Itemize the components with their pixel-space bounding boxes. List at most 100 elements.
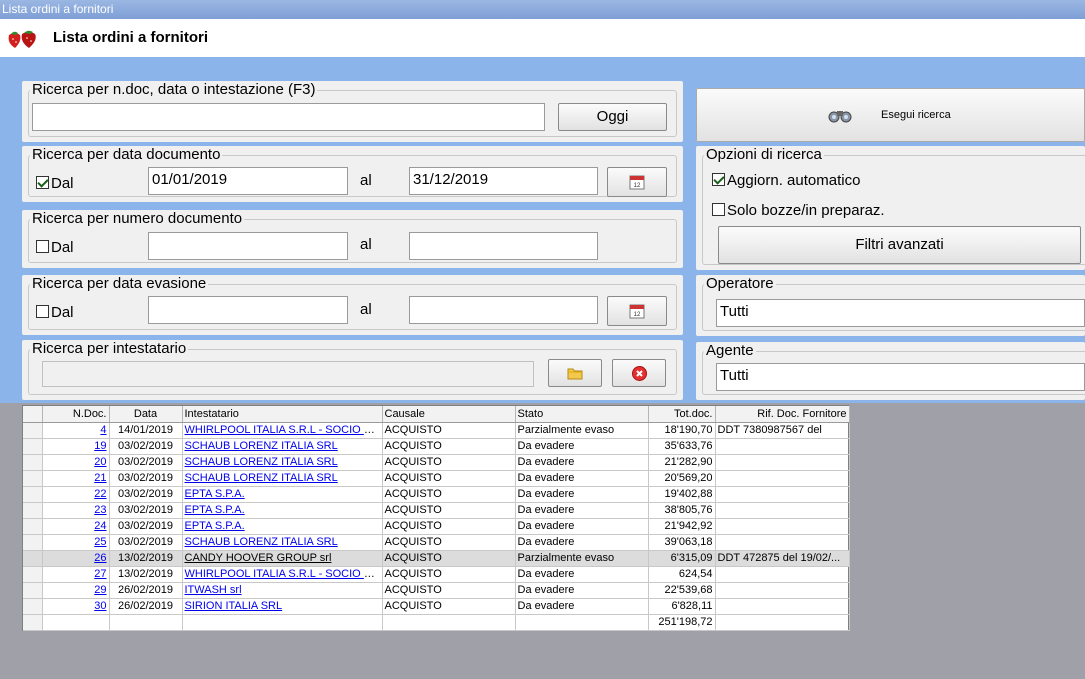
cell-ndoc[interactable]: 4 (42, 422, 110, 439)
column-header-intestatario[interactable]: Intestatario (182, 406, 383, 423)
intestatario-link[interactable]: SCHAUB LORENZ ITALIA SRL (185, 472, 338, 484)
drafts-only-checkbox[interactable]: Solo bozze/in preparaz. (712, 202, 885, 220)
doc-date-to-input[interactable]: 31/12/2019 (409, 167, 598, 195)
intestatario-link[interactable]: EPTA S.P.A. (185, 488, 245, 500)
ndoc-link[interactable]: 20 (94, 456, 106, 468)
cell-ndoc[interactable]: 30 (42, 598, 110, 615)
cell-intestatario[interactable]: SCHAUB LORENZ ITALIA SRL (182, 438, 383, 455)
holder-clear-button[interactable] (612, 359, 666, 387)
evasion-date-calendar-button[interactable]: 12 (607, 296, 667, 326)
cell-ndoc[interactable]: 25 (42, 534, 110, 551)
table-row[interactable]: 25 03/02/2019 SCHAUB LORENZ ITALIA SRL ACQU… (23, 534, 850, 551)
table-row[interactable]: 22 03/02/2019 EPTA S.P.A. ACQUISTO Da evader… (23, 486, 850, 503)
evasion-date-from-input[interactable] (148, 296, 348, 324)
row-indicator[interactable] (23, 566, 43, 583)
row-indicator[interactable] (23, 486, 43, 503)
table-row[interactable]: 20 03/02/2019 SCHAUB LORENZ ITALIA SRL ACQU… (23, 454, 850, 471)
ndoc-link[interactable]: 21 (94, 472, 106, 484)
ndoc-link[interactable]: 24 (94, 520, 106, 532)
row-indicator[interactable] (23, 470, 43, 487)
evasion-date-checkbox[interactable]: Dal (36, 304, 74, 322)
ndoc-link[interactable]: 4 (100, 424, 106, 436)
row-indicator[interactable] (23, 598, 43, 615)
cell-intestatario[interactable]: SCHAUB LORENZ ITALIA SRL (182, 470, 383, 487)
cell-ndoc[interactable]: 23 (42, 502, 110, 519)
cell-ndoc[interactable]: 27 (42, 566, 110, 583)
doc-date-from-input[interactable]: 01/01/2019 (148, 167, 348, 195)
table-row[interactable]: 4 14/01/2019 WHIRLPOOL ITALIA S.R.L - SOCI… (23, 422, 850, 439)
cell-intestatario[interactable]: SCHAUB LORENZ ITALIA SRL (182, 534, 383, 551)
doc-number-to-input[interactable] (409, 232, 598, 260)
ndoc-link[interactable]: 29 (94, 584, 106, 596)
intestatario-link[interactable]: SCHAUB LORENZ ITALIA SRL (185, 440, 338, 452)
row-indicator[interactable] (23, 422, 43, 439)
cell-intestatario[interactable]: CANDY HOOVER GROUP srl (182, 550, 383, 567)
cell-ndoc[interactable]: 29 (42, 582, 110, 599)
cell-intestatario[interactable]: EPTA S.P.A. (182, 502, 383, 519)
table-row[interactable]: 27 13/02/2019 WHIRLPOOL ITALIA S.R.L - SOC… (23, 566, 850, 583)
column-header-data[interactable]: Data (109, 406, 183, 423)
doc-number-checkbox[interactable]: Dal (36, 239, 74, 257)
doc-number-from-input[interactable] (148, 232, 348, 260)
row-indicator[interactable] (23, 502, 43, 519)
intestatario-link[interactable]: ITWASH srl (185, 584, 242, 596)
column-header-rif[interactable]: Rif. Doc. Fornitore (715, 406, 850, 423)
ndoc-link[interactable]: 27 (94, 568, 106, 580)
run-search-button[interactable]: Esegui ricerca (696, 88, 1085, 142)
intestatario-link[interactable]: SCHAUB LORENZ ITALIA SRL (185, 456, 338, 468)
intestatario-link[interactable]: EPTA S.P.A. (185, 520, 245, 532)
column-header-causale[interactable]: Causale (382, 406, 516, 423)
evasion-date-to-input[interactable] (409, 296, 598, 324)
cell-intestatario[interactable]: SCHAUB LORENZ ITALIA SRL (182, 454, 383, 471)
cell-intestatario[interactable]: WHIRLPOOL ITALIA S.R.L - SOCIO U... (182, 566, 383, 583)
ndoc-link[interactable]: 26 (94, 552, 106, 564)
table-row[interactable]: 29 26/02/2019 ITWASH srl ACQUISTO Da evadere… (23, 582, 850, 599)
ndoc-link[interactable]: 25 (94, 536, 106, 548)
row-indicator[interactable] (23, 534, 43, 551)
row-indicator[interactable] (23, 438, 43, 455)
today-button[interactable]: Oggi (558, 103, 667, 131)
table-row[interactable]: 23 03/02/2019 EPTA S.P.A. ACQUISTO Da evader… (23, 502, 850, 519)
intestatario-link[interactable]: SCHAUB LORENZ ITALIA SRL (185, 536, 338, 548)
holder-browse-button[interactable] (548, 359, 602, 387)
doc-date-checkbox[interactable]: Dal (36, 175, 74, 193)
cell-ndoc[interactable]: 21 (42, 470, 110, 487)
cell-ndoc[interactable]: 24 (42, 518, 110, 535)
intestatario-link[interactable]: CANDY HOOVER GROUP srl (185, 552, 332, 564)
intestatario-link[interactable]: WHIRLPOOL ITALIA S.R.L - SOCIO U... (185, 568, 381, 580)
row-indicator[interactable] (23, 454, 43, 471)
ndoc-link[interactable]: 30 (94, 600, 106, 612)
auto-update-checkbox[interactable]: Aggiorn. automatico (712, 172, 860, 190)
search-general-input[interactable] (32, 103, 545, 131)
agent-select[interactable]: Tutti (716, 363, 1085, 391)
cell-intestatario[interactable]: SIRION ITALIA SRL (182, 598, 383, 615)
operator-select[interactable]: Tutti (716, 299, 1085, 327)
cell-intestatario[interactable]: ITWASH srl (182, 582, 383, 599)
cell-ndoc[interactable]: 19 (42, 438, 110, 455)
ndoc-link[interactable]: 19 (94, 440, 106, 452)
ndoc-link[interactable]: 22 (94, 488, 106, 500)
cell-ndoc[interactable]: 20 (42, 454, 110, 471)
table-row[interactable]: 26 13/02/2019 CANDY HOOVER GROUP srl ACQUIS… (23, 550, 850, 567)
advanced-filters-button[interactable]: Filtri avanzati (718, 226, 1081, 264)
doc-date-calendar-button[interactable]: 12 (607, 167, 667, 197)
intestatario-link[interactable]: SIRION ITALIA SRL (185, 600, 283, 612)
table-row[interactable]: 21 03/02/2019 SCHAUB LORENZ ITALIA SRL ACQU… (23, 470, 850, 487)
intestatario-link[interactable]: EPTA S.P.A. (185, 504, 245, 516)
intestatario-link[interactable]: WHIRLPOOL ITALIA S.R.L - SOCIO U... (185, 424, 381, 436)
cell-intestatario[interactable]: EPTA S.P.A. (182, 486, 383, 503)
column-header-ndoc[interactable]: N.Doc. (42, 406, 110, 423)
column-header-stato[interactable]: Stato (515, 406, 649, 423)
cell-intestatario[interactable]: WHIRLPOOL ITALIA S.R.L - SOCIO U... (182, 422, 383, 439)
table-row[interactable]: 24 03/02/2019 EPTA S.P.A. ACQUISTO Da evader… (23, 518, 850, 535)
table-row[interactable]: 30 26/02/2019 SIRION ITALIA SRL ACQUISTO Da … (23, 598, 850, 615)
cell-intestatario[interactable]: EPTA S.P.A. (182, 518, 383, 535)
ndoc-link[interactable]: 23 (94, 504, 106, 516)
cell-ndoc[interactable]: 22 (42, 486, 110, 503)
row-indicator[interactable] (23, 518, 43, 535)
cell-ndoc[interactable]: 26 (42, 550, 110, 567)
orders-grid[interactable]: N.Doc. Data Intestatario Causale Stato T… (22, 405, 850, 631)
column-header-tot[interactable]: Tot.doc. (648, 406, 716, 423)
row-indicator[interactable] (23, 582, 43, 599)
table-row[interactable]: 19 03/02/2019 SCHAUB LORENZ ITALIA SRL ACQU… (23, 438, 850, 455)
